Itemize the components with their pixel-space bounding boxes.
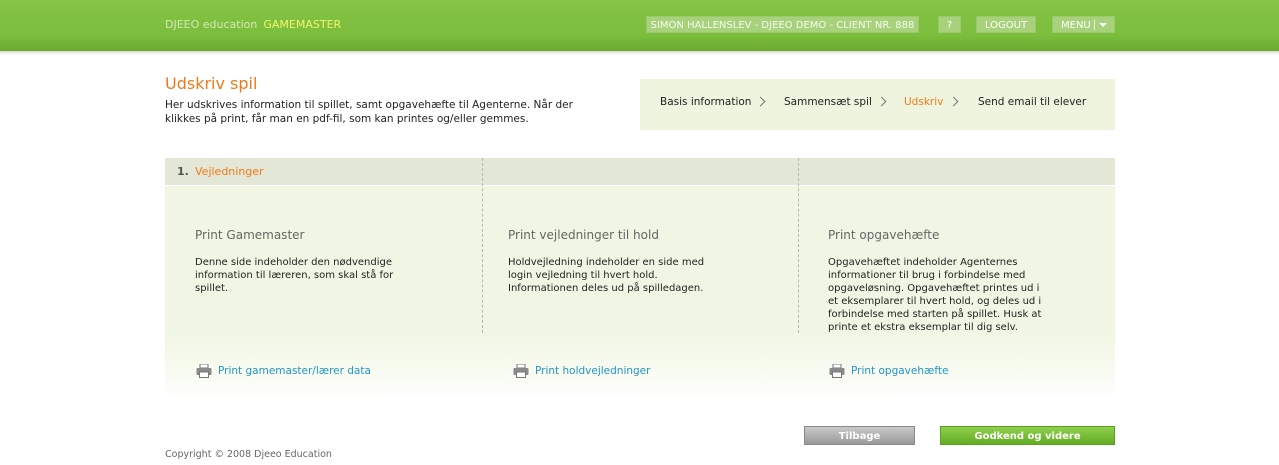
brand[interactable]: DJEEO education GAMEMASTER — [165, 18, 341, 31]
chevron-right-icon — [876, 96, 887, 107]
chevron-right-icon — [755, 96, 766, 107]
column-title-opgavehaefte: Print opgavehæfte — [828, 228, 940, 242]
help-button[interactable]: ? — [938, 16, 961, 33]
column-text-opgavehaefte: Opgavehæftet indeholder Agenternes infor… — [828, 257, 1042, 333]
page-description: Her udskrives information til spillet, s… — [165, 99, 573, 125]
guides-panel: 1. Vejledninger Print Gamemaster Denne s… — [165, 158, 1115, 401]
chevron-down-icon — [1099, 23, 1107, 27]
menu-label: MENU — [1061, 20, 1091, 31]
column-divider — [798, 158, 799, 333]
printer-icon — [829, 364, 845, 378]
column-divider — [482, 158, 483, 333]
column-title-gamemaster: Print Gamemaster — [195, 228, 305, 242]
column-text-hold: Holdvejledning indeholder en side med lo… — [508, 257, 705, 294]
page-title: Udskriv spil — [165, 74, 258, 93]
top-bar-shadow — [0, 51, 1279, 55]
step-udskriv: Udskriv — [904, 96, 944, 108]
printer-icon — [196, 364, 212, 378]
print-holdvejledninger-link[interactable]: Print holdvejledninger — [535, 365, 650, 377]
brand-secondary: GAMEMASTER — [263, 18, 342, 31]
printer-icon — [513, 364, 529, 378]
copyright: Copyright © 2008 Djeeo Education — [165, 449, 332, 460]
step-breadcrumb: Basis information Sammensæt spil Udskriv… — [640, 79, 1115, 130]
column-title-hold: Print vejledninger til hold — [508, 228, 659, 242]
step-send-email[interactable]: Send email til elever — [978, 96, 1086, 108]
logout-button[interactable]: LOGOUT — [976, 16, 1036, 33]
section-title: Vejledninger — [195, 165, 264, 178]
step-sammensaet-spil[interactable]: Sammensæt spil — [784, 96, 872, 108]
user-info-button[interactable]: SIMON HALLENSLEV - DJEEO DEMO - CLIENT N… — [646, 16, 919, 33]
chevron-right-icon — [948, 96, 959, 107]
print-opgavehaefte-link[interactable]: Print opgavehæfte — [851, 365, 948, 377]
section-number: 1. — [177, 165, 189, 178]
section-header: 1. Vejledninger — [165, 158, 1115, 186]
menu-button[interactable]: MENU — [1052, 16, 1115, 33]
approve-and-continue-button[interactable]: Godkend og videre — [940, 426, 1115, 445]
step-basis-information[interactable]: Basis information — [660, 96, 751, 108]
menu-divider — [1094, 20, 1095, 30]
brand-primary: DJEEO education — [165, 18, 258, 31]
back-button[interactable]: Tilbage — [804, 426, 915, 445]
print-gamemaster-link[interactable]: Print gamemaster/lærer data — [218, 365, 371, 377]
top-bar: DJEEO education GAMEMASTER SIMON HALLENSL… — [0, 0, 1279, 51]
column-text-gamemaster: Denne side indeholder den nødvendige inf… — [195, 257, 394, 294]
